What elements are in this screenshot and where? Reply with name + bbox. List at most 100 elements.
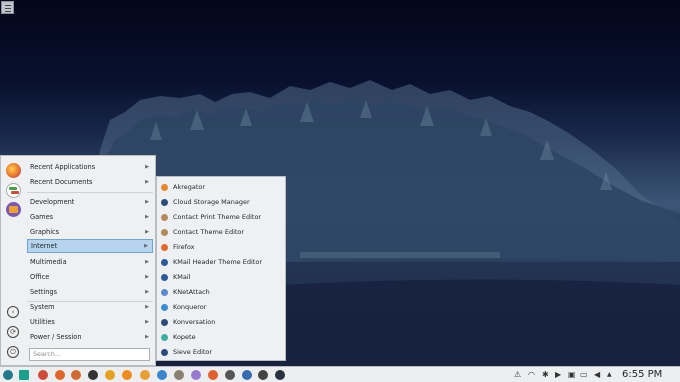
- menu-item-power-session[interactable]: Power / Session ▶: [27, 330, 153, 344]
- taskbar: ⚠ ◠ ✱ ▶ ▣ ▭ ◀ ▲ 6:55 PM: [0, 366, 680, 382]
- krita-icon[interactable]: [88, 370, 98, 380]
- gimp-icon[interactable]: [174, 370, 184, 380]
- inkscape-icon[interactable]: [225, 370, 235, 380]
- audacity-icon[interactable]: [140, 370, 150, 380]
- knetattach-icon: [161, 289, 168, 296]
- menu-item-recent-documents[interactable]: Recent Documents ▶: [27, 175, 153, 189]
- menu-item-label: Recent Applications: [30, 163, 96, 171]
- submenu-item-kmail-header-theme-editor[interactable]: KMail Header Theme Editor: [157, 255, 285, 270]
- submenu-item-label: Akregator: [173, 183, 206, 191]
- submenu-item-cloud-storage-manager[interactable]: Cloud Storage Manager: [157, 195, 285, 210]
- desktop-toolbox-button[interactable]: [1, 1, 14, 14]
- clipboard-icon[interactable]: ▣: [568, 369, 576, 380]
- menu-item-label: Internet: [31, 242, 58, 250]
- sync-icon[interactable]: [258, 370, 268, 380]
- menu-item-settings[interactable]: Settings ▶: [27, 285, 153, 299]
- network-manager-icon[interactable]: ⚠: [514, 369, 521, 380]
- submenu-item-kmail[interactable]: KMail: [157, 270, 285, 285]
- menu-item-office[interactable]: Office ▶: [27, 270, 153, 284]
- internet-submenu: Akregator Cloud Storage Manager Contact …: [156, 176, 286, 361]
- vlc-icon[interactable]: [122, 370, 132, 380]
- refresh-icon[interactable]: ⟳: [7, 326, 19, 338]
- menu-item-label: Settings: [30, 288, 58, 296]
- submenu-item-knetattach[interactable]: KNetAttach: [157, 285, 285, 300]
- firefox-alt-icon[interactable]: [71, 370, 81, 380]
- submenu-item-label: KMail Header Theme Editor: [173, 258, 262, 266]
- kate-icon[interactable]: [105, 370, 115, 380]
- favorite-file-manager-icon[interactable]: [6, 202, 21, 217]
- chevron-right-icon: ▶: [145, 289, 149, 295]
- cloud-storage-icon: [161, 199, 168, 206]
- submenu-item-label: Sieve Editor: [173, 348, 213, 356]
- menu-item-label: Office: [30, 273, 50, 281]
- submenu-item-contact-print-theme-editor[interactable]: Contact Print Theme Editor: [157, 210, 285, 225]
- wifi-icon[interactable]: ◠: [528, 369, 535, 380]
- favorite-firefox-icon[interactable]: [6, 163, 21, 178]
- akregator-icon: [161, 184, 168, 191]
- submenu-item-label: Contact Print Theme Editor: [173, 213, 262, 221]
- menu-item-label: Utilities: [30, 318, 55, 326]
- theme-editor-icon: [161, 214, 168, 221]
- clementine-icon[interactable]: [208, 370, 218, 380]
- application-menu: ‹ ⟳ ⏻ Recent Applications ▶ Recent Docume…: [0, 155, 156, 366]
- submenu-item-label: Konqueror: [173, 303, 207, 311]
- menu-item-label: Development: [30, 198, 75, 206]
- back-icon[interactable]: ‹: [7, 306, 19, 318]
- virtualbox-icon[interactable]: [242, 370, 252, 380]
- kdenlive-icon[interactable]: [191, 370, 201, 380]
- firefox-icon[interactable]: [55, 370, 65, 380]
- kopete-icon: [161, 334, 168, 341]
- menu-item-label: Graphics: [30, 228, 60, 236]
- sieve-editor-icon: [161, 349, 168, 356]
- clock[interactable]: 6:55 PM: [622, 368, 662, 381]
- chevron-right-icon: ▶: [145, 199, 149, 205]
- menu-item-recent-applications[interactable]: Recent Applications ▶: [27, 160, 153, 174]
- chromium-icon[interactable]: [38, 370, 48, 380]
- menu-item-multimedia[interactable]: Multimedia ▶: [27, 255, 153, 269]
- menu-item-utilities[interactable]: Utilities ▶: [27, 315, 153, 329]
- submenu-item-konqueror[interactable]: Konqueror: [157, 300, 285, 315]
- submenu-item-kopete[interactable]: Kopete: [157, 330, 285, 345]
- submenu-item-sieve-editor[interactable]: Sieve Editor: [157, 345, 285, 360]
- menu-item-label: Multimedia: [30, 258, 67, 266]
- konqueror-icon: [161, 304, 168, 311]
- submenu-item-label: Cloud Storage Manager: [173, 198, 250, 206]
- battery-icon[interactable]: ▭: [580, 369, 588, 380]
- search-input[interactable]: Search...: [29, 348, 150, 361]
- show-desktop-icon[interactable]: [19, 370, 29, 380]
- dolphin-icon[interactable]: [157, 370, 167, 380]
- expand-tray-icon[interactable]: ▲: [607, 369, 612, 380]
- chevron-right-icon: ▶: [145, 229, 149, 235]
- app-launcher-icon[interactable]: [3, 370, 13, 380]
- firefox-icon: [161, 244, 168, 251]
- submenu-item-akregator[interactable]: Akregator: [157, 180, 285, 195]
- submenu-item-label: KMail: [173, 273, 191, 281]
- menu-item-internet[interactable]: Internet ▶: [27, 239, 153, 253]
- menu-item-label: System: [30, 303, 55, 311]
- submenu-item-label: Firefox: [173, 243, 195, 251]
- kmail-icon: [161, 274, 168, 281]
- volume-icon[interactable]: ◀: [594, 369, 600, 380]
- submenu-item-label: Kopete: [173, 333, 196, 341]
- menu-separator: [27, 192, 153, 193]
- submenu-item-contact-theme-editor[interactable]: Contact Theme Editor: [157, 225, 285, 240]
- chevron-right-icon: ▶: [144, 243, 148, 249]
- media-player-icon[interactable]: ▶: [555, 369, 561, 380]
- power-icon[interactable]: ⏻: [7, 346, 19, 358]
- bluetooth-icon[interactable]: ✱: [542, 369, 549, 380]
- theme-editor-icon: [161, 229, 168, 236]
- chevron-right-icon: ▶: [145, 214, 149, 220]
- submenu-item-firefox[interactable]: Firefox: [157, 240, 285, 255]
- chevron-right-icon: ▶: [145, 259, 149, 265]
- menu-item-development[interactable]: Development ▶: [27, 195, 153, 209]
- menu-item-graphics[interactable]: Graphics ▶: [27, 225, 153, 239]
- chevron-right-icon: ▶: [145, 179, 149, 185]
- chevron-right-icon: ▶: [145, 319, 149, 325]
- menu-item-system[interactable]: System ▶: [27, 300, 153, 314]
- submenu-item-konversation[interactable]: Konversation: [157, 315, 285, 330]
- menu-item-label: Power / Session: [30, 333, 82, 341]
- terminal-icon[interactable]: [275, 370, 285, 380]
- submenu-item-label: KNetAttach: [173, 288, 210, 296]
- favorite-system-settings-icon[interactable]: [6, 183, 21, 198]
- menu-item-games[interactable]: Games ▶: [27, 210, 153, 224]
